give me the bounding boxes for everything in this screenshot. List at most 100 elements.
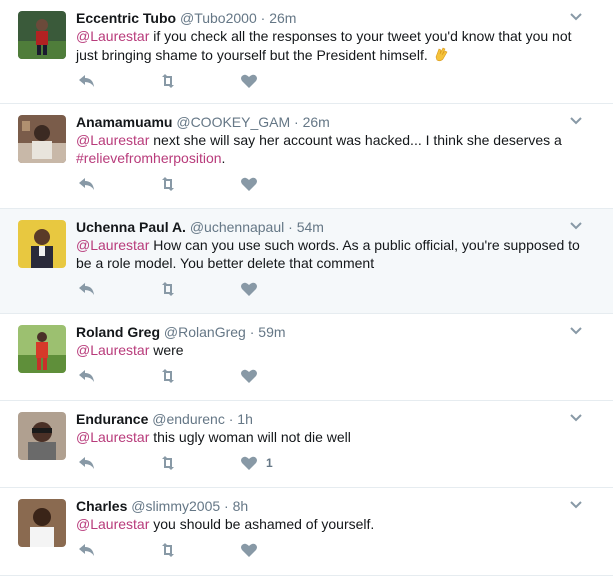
retweet-button[interactable] — [159, 72, 177, 90]
mention-link[interactable]: @Laurestar — [76, 28, 149, 44]
retweet-button[interactable] — [159, 175, 177, 193]
retweet-icon — [162, 543, 174, 557]
mention-link[interactable]: @Laurestar — [76, 429, 149, 445]
avatar[interactable] — [18, 499, 66, 547]
reply-icon — [79, 457, 94, 469]
retweet-icon — [162, 456, 174, 470]
separator: · — [228, 411, 234, 427]
like-button[interactable] — [240, 72, 266, 90]
chevron-down-icon[interactable] — [569, 10, 583, 24]
retweet-icon — [162, 282, 174, 296]
tweet-text: @Laurestar if you check all the response… — [76, 27, 601, 64]
reply-icon — [79, 75, 94, 87]
tweet[interactable]: Roland Greg @RolanGreg · 59m @Laurestar … — [0, 314, 613, 401]
display-name[interactable]: Roland Greg — [76, 324, 160, 340]
reply-button[interactable] — [78, 454, 96, 472]
tweet-actions — [76, 539, 601, 565]
tweet-text: @Laurestar next she will say her account… — [76, 131, 601, 167]
tweet-actions — [76, 70, 601, 96]
display-name[interactable]: Charles — [76, 498, 127, 514]
like-button[interactable]: 1 — [240, 454, 273, 472]
retweet-button[interactable] — [159, 454, 177, 472]
retweet-button[interactable] — [159, 541, 177, 559]
chevron-down-icon[interactable] — [569, 114, 583, 128]
retweet-icon — [162, 74, 174, 88]
tweet[interactable]: Eccentric Tubo @Tubo2000 · 26m @Lauresta… — [0, 0, 613, 104]
separator: · — [224, 498, 229, 514]
display-name[interactable]: Anamamuamu — [76, 114, 172, 130]
tweet-text: @Laurestar were — [76, 341, 601, 359]
reply-icon — [79, 283, 94, 295]
chevron-down-icon[interactable] — [569, 411, 583, 425]
timestamp[interactable]: 54m — [297, 219, 324, 235]
timestamp[interactable]: 1h — [237, 411, 253, 427]
avatar[interactable] — [18, 325, 66, 373]
tweet-body: next she will say her account was hacked… — [149, 132, 562, 148]
reply-button[interactable] — [78, 72, 96, 90]
tweet-text: @Laurestar this ugly woman will not die … — [76, 428, 601, 446]
timestamp[interactable]: 26m — [303, 114, 330, 130]
heart-icon — [241, 177, 257, 191]
mention-link[interactable]: @Laurestar — [76, 132, 149, 148]
tweet-body: How can you use such words. As a public … — [76, 237, 580, 271]
chevron-down-icon[interactable] — [569, 219, 583, 233]
reply-icon — [79, 544, 94, 556]
reply-button[interactable] — [78, 280, 96, 298]
avatar[interactable] — [18, 115, 66, 163]
chevron-down-icon[interactable] — [569, 498, 583, 512]
heart-icon — [241, 282, 257, 296]
display-name[interactable]: Uchenna Paul A. — [76, 219, 186, 235]
retweet-button[interactable] — [159, 280, 177, 298]
tweet[interactable]: Charles @slimmy2005 · 8h @Laurestar you … — [0, 488, 613, 576]
reply-button[interactable] — [78, 175, 96, 193]
timestamp[interactable]: 26m — [269, 10, 296, 26]
user-handle[interactable]: @uchennapaul — [190, 219, 284, 235]
reply-button[interactable] — [78, 541, 96, 559]
separator: · — [260, 10, 266, 26]
user-handle[interactable]: @endurenc — [152, 411, 225, 427]
mention-link[interactable]: @Laurestar — [76, 237, 149, 253]
tweet-body: you should be ashamed of yourself. — [149, 516, 375, 532]
avatar[interactable] — [18, 412, 66, 460]
tweet-actions — [76, 173, 601, 199]
heart-icon — [241, 369, 257, 383]
reply-icon — [79, 178, 94, 190]
display-name[interactable]: Eccentric Tubo — [76, 10, 176, 26]
user-handle[interactable]: @RolanGreg — [164, 324, 246, 340]
timestamp[interactable]: 59m — [258, 324, 285, 340]
tweet-body: this ugly woman will not die well — [149, 429, 351, 445]
like-button[interactable] — [240, 175, 266, 193]
retweet-button[interactable] — [159, 367, 177, 385]
retweet-icon — [162, 369, 174, 383]
like-button[interactable] — [240, 541, 266, 559]
reply-icon — [79, 370, 94, 382]
tweet[interactable]: Anamamuamu @COOKEY_GAM · 26m @Laurestar … — [0, 104, 613, 209]
mention-link[interactable]: @Laurestar — [76, 516, 149, 532]
heart-icon — [241, 543, 257, 557]
tweet[interactable]: Uchenna Paul A. @uchennapaul · 54m @Laur… — [0, 209, 613, 314]
clapping-hands-emoji-icon — [435, 47, 448, 62]
tweet-body-end: . — [221, 150, 226, 166]
like-count: 1 — [266, 456, 273, 470]
user-handle[interactable]: @Tubo2000 — [180, 10, 257, 26]
avatar[interactable] — [18, 11, 66, 59]
reply-button[interactable] — [78, 367, 96, 385]
avatar[interactable] — [18, 220, 66, 268]
like-button[interactable] — [240, 367, 266, 385]
tweet-feed: Eccentric Tubo @Tubo2000 · 26m @Lauresta… — [0, 0, 613, 576]
user-handle[interactable]: @slimmy2005 — [131, 498, 220, 514]
hashtag-link[interactable]: #relievefromherposition — [76, 150, 222, 166]
user-handle[interactable]: @COOKEY_GAM — [176, 114, 290, 130]
chevron-down-icon[interactable] — [569, 324, 583, 338]
display-name[interactable]: Endurance — [76, 411, 148, 427]
separator: · — [288, 219, 293, 235]
heart-icon — [241, 456, 257, 470]
mention-link[interactable]: @Laurestar — [76, 342, 149, 358]
timestamp[interactable]: 8h — [233, 498, 249, 514]
like-button[interactable] — [240, 280, 266, 298]
tweet-body: were — [149, 342, 184, 358]
tweet-actions — [76, 278, 601, 304]
tweet[interactable]: Endurance @endurenc · 1h @Laurestar this… — [0, 401, 613, 488]
separator: · — [294, 114, 299, 130]
tweet-text: @Laurestar you should be ashamed of your… — [76, 515, 601, 533]
